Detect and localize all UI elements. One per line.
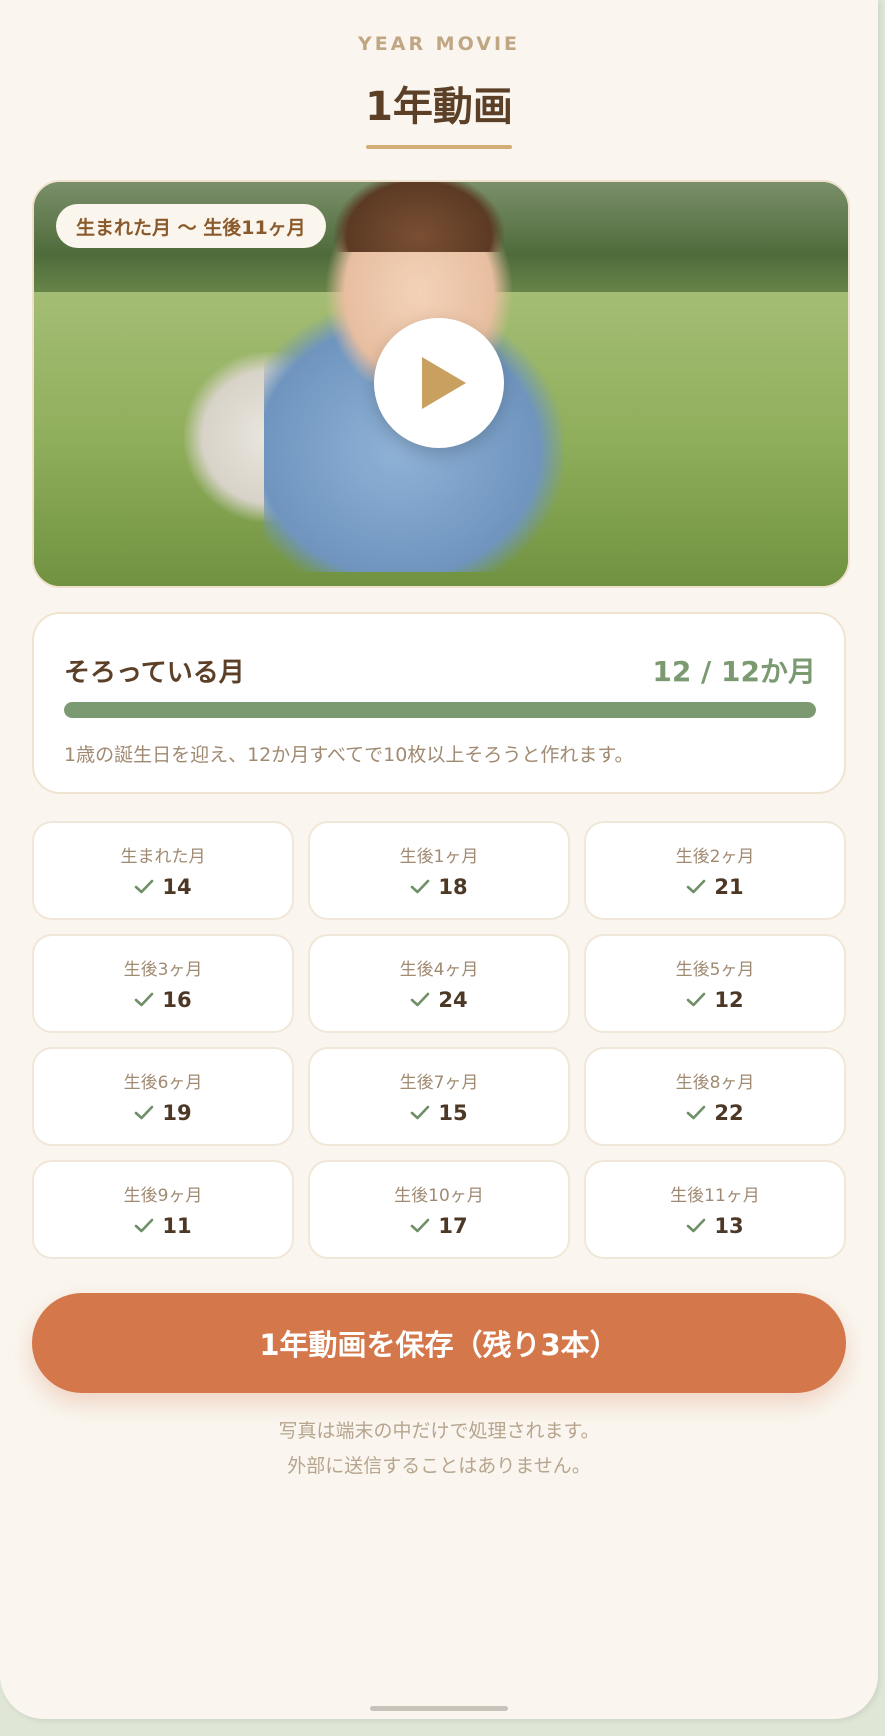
month-cell[interactable]: 生後7ヶ月 15 [308,1047,570,1146]
month-name: 生まれた月 [120,847,206,867]
check-icon [687,1218,706,1233]
month-name: 生後6ヶ月 [123,1073,203,1093]
month-cell[interactable]: 生後3ヶ月 16 [32,934,294,1033]
month-cell[interactable]: 生後11ヶ月 13 [584,1160,846,1259]
check-icon [411,992,430,1007]
month-name: 生後4ヶ月 [399,960,479,980]
progress-bar [64,702,816,718]
month-stat: 13 [686,1214,744,1238]
check-icon [135,1105,154,1120]
month-photo-count: 24 [438,988,468,1012]
month-name: 生後10ヶ月 [394,1186,484,1206]
save-video-button[interactable]: 1年動画を保存（残り3本） [32,1293,846,1393]
privacy-note: 写真は端末の中だけで処理されます。 外部に送信することはありません。 [0,1414,878,1484]
month-cell[interactable]: 生後6ヶ月 19 [32,1047,294,1146]
month-stat: 21 [686,875,744,899]
month-stat: 19 [134,1101,192,1125]
month-stat: 22 [686,1101,744,1125]
month-cell[interactable]: 生後2ヶ月 21 [584,821,846,920]
section-eyebrow: YEAR MOVIE [358,33,520,55]
month-range-badge: 生まれた月 〜 生後11ヶ月 [56,204,326,248]
month-stat: 18 [410,875,468,899]
month-photo-count: 16 [162,988,192,1012]
home-indicator [370,1706,508,1711]
progress-note: 1歳の誕生日を迎え、12か月すべてで10枚以上そろうと作れます。 [64,744,634,766]
page-title: 1年動画 [365,84,513,130]
month-photo-count: 21 [714,875,744,899]
month-photo-count: 17 [438,1214,468,1238]
month-photo-count: 13 [714,1214,744,1238]
privacy-line-1: 写真は端末の中だけで処理されます。 [278,1420,600,1442]
month-name: 生後5ヶ月 [675,960,755,980]
month-cell[interactable]: 生後8ヶ月 22 [584,1047,846,1146]
check-icon [135,992,154,1007]
month-stat: 16 [134,988,192,1012]
month-stat: 15 [410,1101,468,1125]
check-icon [687,992,706,1007]
check-icon [687,879,706,894]
month-cell[interactable]: 生後5ヶ月 12 [584,934,846,1033]
check-icon [411,1218,430,1233]
month-name: 生後8ヶ月 [675,1073,755,1093]
progress-card: そろっている月 12 / 12か月 1歳の誕生日を迎え、12か月すべてで10枚以… [32,612,846,794]
video-preview[interactable]: 生まれた月 〜 生後11ヶ月 [32,180,850,588]
month-photo-count: 19 [162,1101,192,1125]
month-name: 生後1ヶ月 [399,847,479,867]
month-cell[interactable]: 生まれた月 14 [32,821,294,920]
privacy-line-2: 外部に送信することはありません。 [287,1455,591,1477]
check-icon [687,1105,706,1120]
progress-count: 12 / 12か月 [652,655,816,688]
month-grid: 生まれた月 14 生後1ヶ月 18 生後2ヶ月 21 生後3ヶ月 16 生後4ヶ月 24 生後5ヶ月… [32,821,846,1259]
month-name: 生後11ヶ月 [670,1186,760,1206]
month-photo-count: 15 [438,1101,468,1125]
month-name: 生後3ヶ月 [123,960,203,980]
month-stat: 14 [134,875,192,899]
app-screen: YEAR MOVIE 1年動画 生まれた月 〜 生後11ヶ月 そろっている月 1… [0,0,878,1719]
check-icon [135,1218,154,1233]
month-name: 生後7ヶ月 [399,1073,479,1093]
month-name: 生後9ヶ月 [123,1186,203,1206]
month-photo-count: 14 [162,875,192,899]
month-cell[interactable]: 生後10ヶ月 17 [308,1160,570,1259]
month-cell[interactable]: 生後9ヶ月 11 [32,1160,294,1259]
month-photo-count: 12 [714,988,744,1012]
play-button[interactable] [374,318,504,448]
month-stat: 17 [410,1214,468,1238]
check-icon [135,879,154,894]
play-icon [422,357,466,409]
month-stat: 24 [410,988,468,1012]
check-icon [411,1105,430,1120]
month-photo-count: 22 [714,1101,744,1125]
photo-baby-hair [334,182,504,252]
title-underline [366,145,512,149]
progress-label: そろっている月 [64,658,245,688]
month-photo-count: 11 [162,1214,192,1238]
month-name: 生後2ヶ月 [675,847,755,867]
month-photo-count: 18 [438,875,468,899]
month-stat: 12 [686,988,744,1012]
month-cell[interactable]: 生後4ヶ月 24 [308,934,570,1033]
month-stat: 11 [134,1214,192,1238]
check-icon [411,879,430,894]
progress-bar-fill [64,702,816,718]
month-cell[interactable]: 生後1ヶ月 18 [308,821,570,920]
